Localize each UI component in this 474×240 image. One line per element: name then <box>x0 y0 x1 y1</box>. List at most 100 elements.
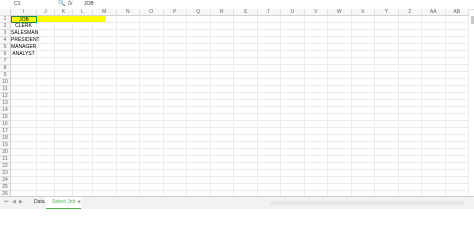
cell[interactable] <box>398 177 422 184</box>
cell[interactable] <box>73 23 93 30</box>
cell[interactable] <box>445 72 469 79</box>
cell[interactable] <box>398 170 422 177</box>
spreadsheet-grid[interactable]: I J K L M N O P Q R S T U V W X Y Z AA AB 1 2 3 4 5 6 7 8 9 10 11 12 13 1… <box>0 9 474 196</box>
cell[interactable] <box>351 93 375 100</box>
select-all-corner[interactable] <box>0 9 11 16</box>
cell[interactable] <box>116 100 140 107</box>
cell[interactable] <box>445 58 469 65</box>
cell[interactable] <box>93 177 117 184</box>
cell[interactable] <box>304 149 328 156</box>
cell[interactable] <box>163 128 187 135</box>
cell[interactable] <box>73 86 93 93</box>
cell[interactable] <box>375 184 399 191</box>
cell[interactable] <box>210 149 234 156</box>
cell[interactable] <box>37 163 55 170</box>
cell[interactable] <box>328 44 352 51</box>
cell[interactable] <box>73 177 93 184</box>
cell[interactable] <box>234 156 258 163</box>
cell[interactable] <box>73 72 93 79</box>
cell[interactable] <box>304 121 328 128</box>
cell[interactable] <box>140 156 164 163</box>
cell[interactable] <box>281 114 305 121</box>
cell[interactable] <box>422 16 446 23</box>
cell[interactable] <box>304 114 328 121</box>
cell[interactable] <box>93 142 117 149</box>
cell[interactable] <box>210 170 234 177</box>
cell[interactable] <box>210 163 234 170</box>
cell[interactable] <box>398 163 422 170</box>
cell[interactable] <box>351 128 375 135</box>
cell[interactable] <box>328 163 352 170</box>
column-header[interactable]: Q <box>187 9 211 16</box>
cell[interactable] <box>37 149 55 156</box>
cell[interactable] <box>257 23 281 30</box>
cell[interactable] <box>422 30 446 37</box>
cell[interactable] <box>328 51 352 58</box>
cell[interactable] <box>187 65 211 72</box>
cell[interactable] <box>445 142 469 149</box>
cell[interactable] <box>304 100 328 107</box>
cell[interactable] <box>11 135 37 142</box>
cell[interactable] <box>210 23 234 30</box>
cell[interactable] <box>398 93 422 100</box>
cell[interactable] <box>257 142 281 149</box>
cell[interactable] <box>281 86 305 93</box>
cell[interactable] <box>93 30 117 37</box>
cell[interactable] <box>11 156 37 163</box>
cell[interactable] <box>375 107 399 114</box>
cell[interactable] <box>422 114 446 121</box>
cell[interactable] <box>445 170 469 177</box>
cell[interactable] <box>73 121 93 128</box>
cell[interactable] <box>140 58 164 65</box>
cell[interactable] <box>93 79 117 86</box>
cell[interactable] <box>257 58 281 65</box>
prev-sheet-icon[interactable]: ◀ <box>12 199 16 205</box>
cell[interactable] <box>234 170 258 177</box>
first-sheet-icon[interactable]: ⏮ <box>4 199 9 205</box>
cell[interactable] <box>445 100 469 107</box>
cell[interactable] <box>257 184 281 191</box>
selected-cell[interactable]: JOB <box>11 16 37 23</box>
cell[interactable] <box>11 100 37 107</box>
cell[interactable] <box>281 93 305 100</box>
cell[interactable] <box>210 16 234 23</box>
cell[interactable] <box>163 142 187 149</box>
cell[interactable] <box>422 170 446 177</box>
cell[interactable] <box>55 149 73 156</box>
cell[interactable] <box>116 16 140 23</box>
row-header[interactable]: 18 <box>0 135 11 142</box>
cell[interactable] <box>257 16 281 23</box>
cell[interactable] <box>187 163 211 170</box>
cell[interactable] <box>187 184 211 191</box>
cell[interactable] <box>304 65 328 72</box>
cell[interactable] <box>163 65 187 72</box>
cell[interactable] <box>187 156 211 163</box>
cell[interactable] <box>93 107 117 114</box>
cell[interactable] <box>163 58 187 65</box>
row-header[interactable]: 17 <box>0 128 11 135</box>
cell[interactable] <box>11 121 37 128</box>
cell[interactable] <box>281 163 305 170</box>
data-cell[interactable]: PRESIDENT <box>11 37 40 44</box>
cell[interactable] <box>351 163 375 170</box>
cell[interactable] <box>93 100 117 107</box>
cell[interactable] <box>281 128 305 135</box>
cell[interactable] <box>445 156 469 163</box>
cell[interactable] <box>116 114 140 121</box>
cell[interactable] <box>93 58 117 65</box>
cell[interactable] <box>304 30 328 37</box>
cell[interactable] <box>304 86 328 93</box>
cell[interactable] <box>375 79 399 86</box>
cell[interactable] <box>328 149 352 156</box>
cell[interactable] <box>11 65 37 72</box>
cell[interactable] <box>37 23 55 30</box>
cell[interactable] <box>187 128 211 135</box>
cell[interactable] <box>257 51 281 58</box>
cell[interactable] <box>73 142 93 149</box>
cell[interactable] <box>187 37 211 44</box>
column-header[interactable]: N <box>116 9 140 16</box>
cell[interactable] <box>281 65 305 72</box>
cell[interactable] <box>210 114 234 121</box>
cell[interactable] <box>163 86 187 93</box>
cell[interactable] <box>281 79 305 86</box>
